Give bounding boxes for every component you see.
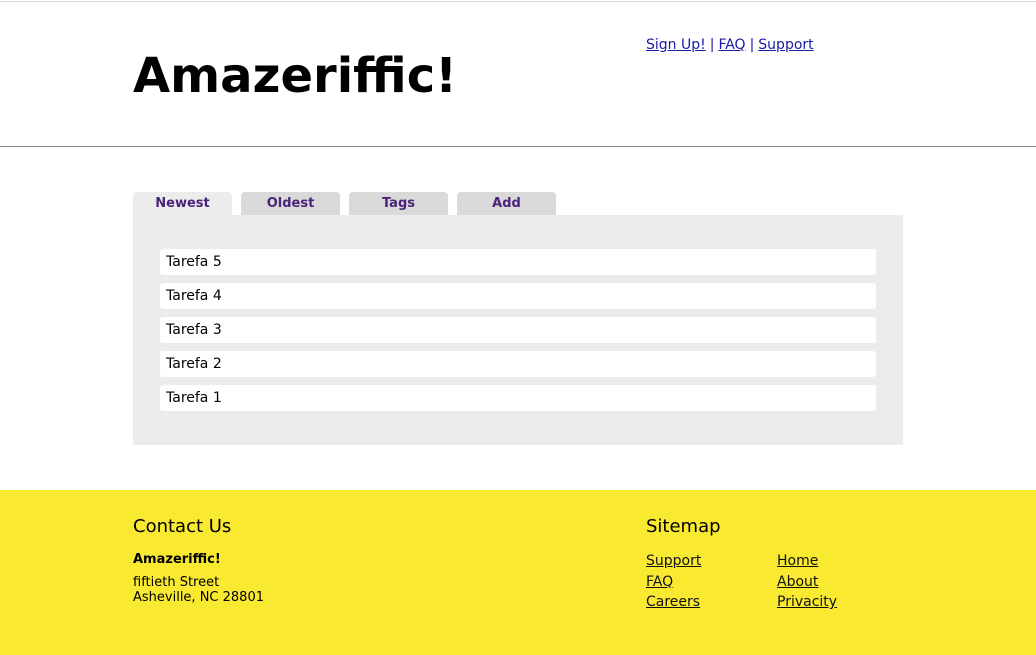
tab-content-panel: Tarefa 5 Tarefa 4 Tarefa 3 Tarefa 2 Tare… <box>133 215 903 445</box>
sitemap-careers-link[interactable]: Careers <box>646 594 700 610</box>
list-item: Tarefa 4 <box>160 283 876 309</box>
footer: Contact Us Amazeriffic! fiftieth Street … <box>0 490 1036 655</box>
sitemap-column-1: Support FAQ Careers <box>646 551 701 613</box>
tab-tags[interactable]: Tags <box>349 192 448 215</box>
sitemap-support-link[interactable]: Support <box>646 553 701 569</box>
link-separator: | <box>749 37 755 53</box>
contact-city: Asheville, NC 28801 <box>133 590 264 605</box>
header-divider <box>0 146 1036 147</box>
sitemap-column-2: Home About Privacity <box>777 551 837 613</box>
sitemap-title: Sitemap <box>646 516 721 537</box>
list-item: Tarefa 3 <box>160 317 876 343</box>
sitemap-about-link[interactable]: About <box>777 574 818 590</box>
tab-oldest[interactable]: Oldest <box>241 192 340 215</box>
list-item: Tarefa 2 <box>160 351 876 377</box>
link-separator: | <box>709 37 715 53</box>
tab-newest[interactable]: Newest <box>133 192 232 215</box>
contact-street: fiftieth Street <box>133 575 220 590</box>
page: Amazeriffic! Sign Up! | FAQ | Support Newest… <box>0 0 1036 655</box>
signup-link[interactable]: Sign Up! <box>646 37 706 53</box>
list-item: Tarefa 1 <box>160 385 876 411</box>
sitemap-faq-link[interactable]: FAQ <box>646 574 673 590</box>
support-link[interactable]: Support <box>758 37 813 53</box>
sitemap-home-link[interactable]: Home <box>777 553 818 569</box>
task-list: Tarefa 5 Tarefa 4 Tarefa 3 Tarefa 2 Tare… <box>160 249 876 419</box>
list-item: Tarefa 5 <box>160 249 876 275</box>
contact-title: Contact Us <box>133 516 232 537</box>
header: Amazeriffic! Sign Up! | FAQ | Support <box>0 2 1036 146</box>
sitemap-privacy-link[interactable]: Privacity <box>777 594 837 610</box>
tab-add[interactable]: Add <box>457 192 556 215</box>
site-logo: Amazeriffic! <box>133 48 458 104</box>
contact-company-name: Amazeriffic! <box>133 552 221 567</box>
top-nav-links: Sign Up! | FAQ | Support <box>646 37 814 53</box>
faq-link[interactable]: FAQ <box>718 37 745 53</box>
